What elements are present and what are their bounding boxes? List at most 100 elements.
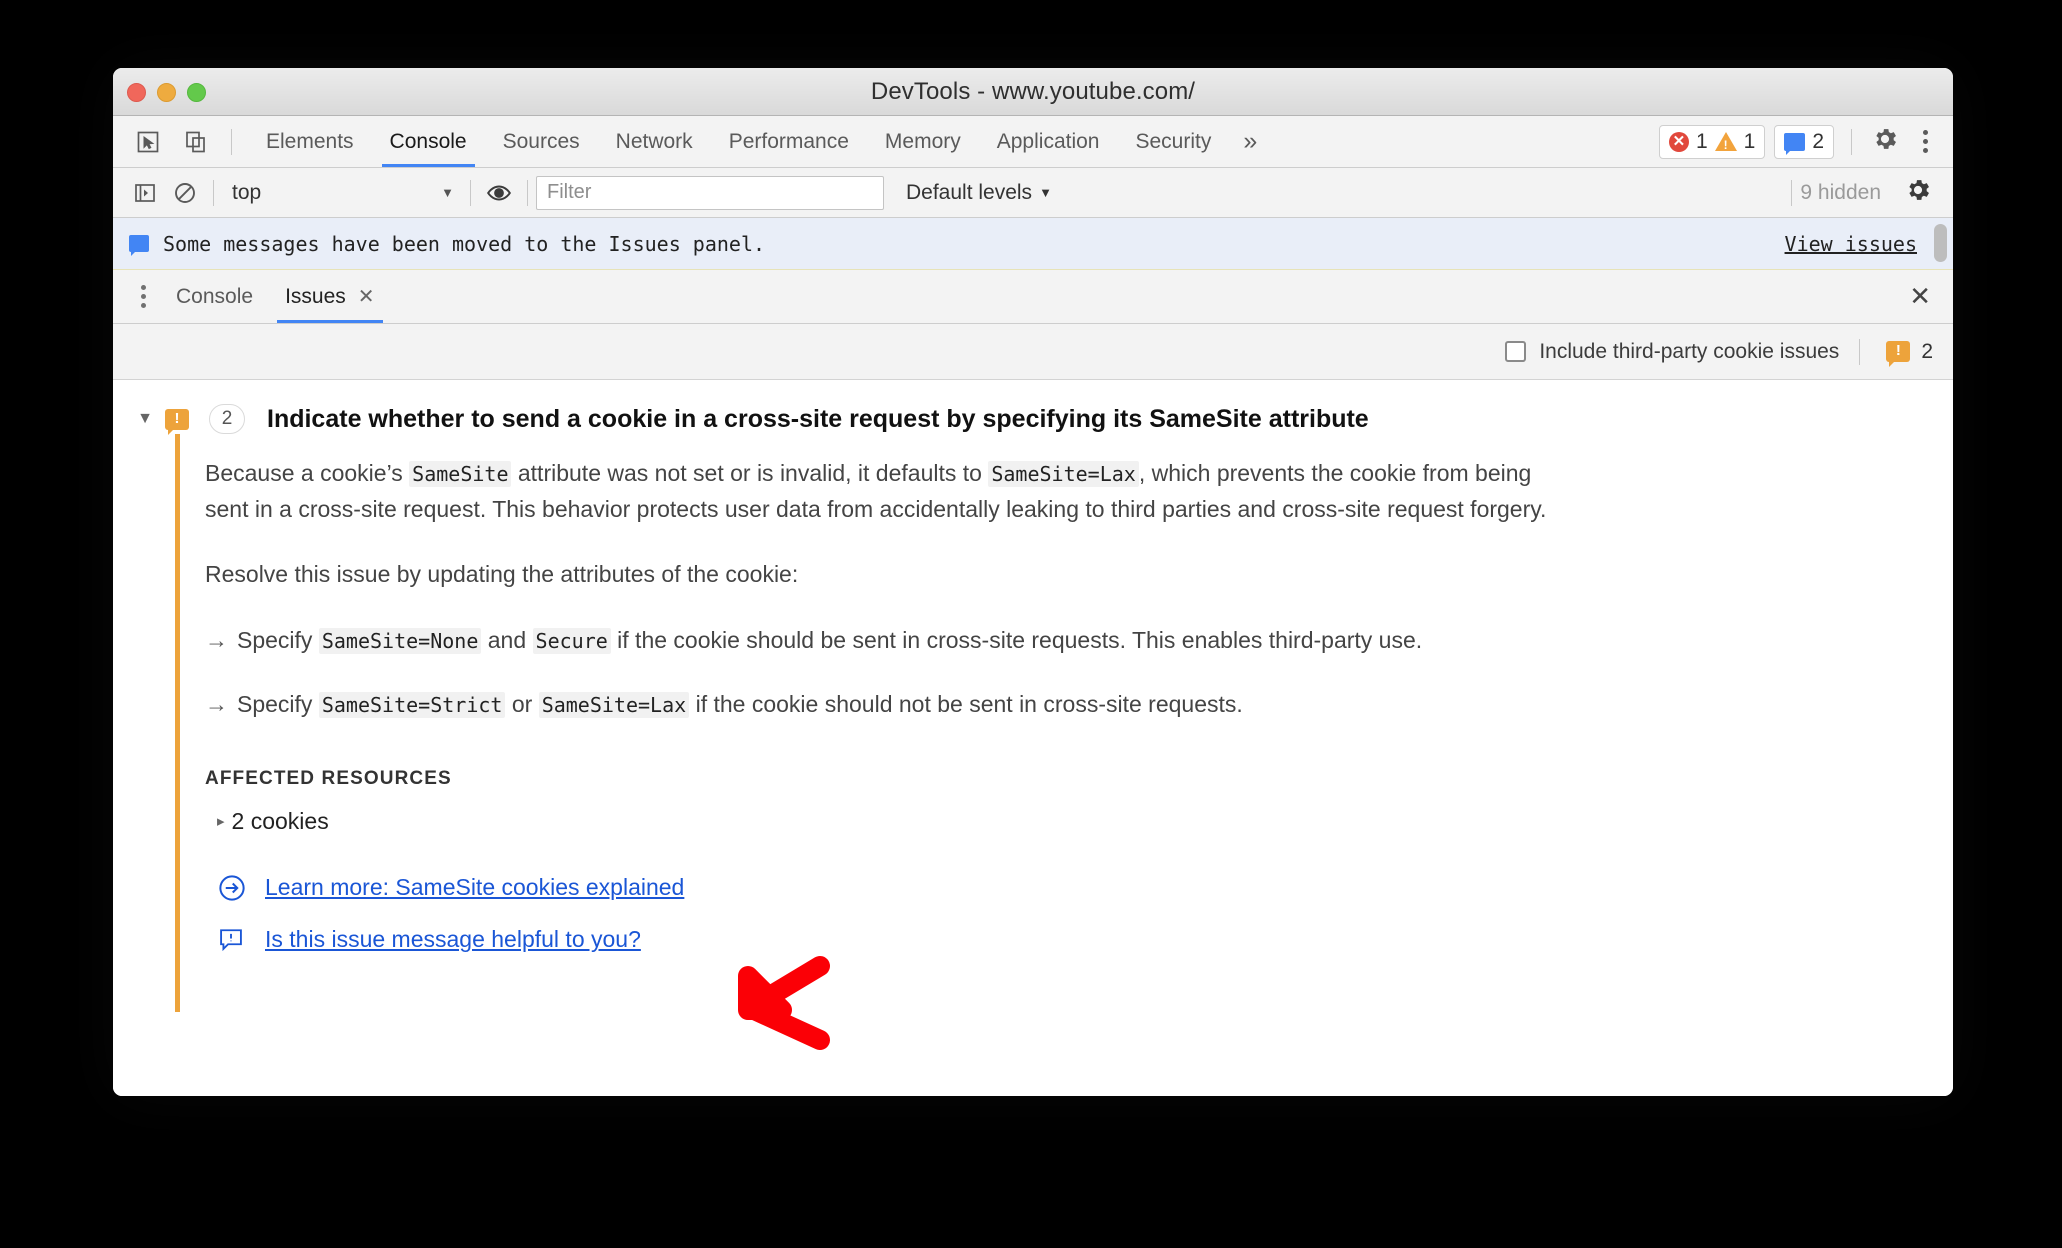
console-sidebar-icon[interactable] [125,173,165,213]
drawer-tab-console[interactable]: Console [160,270,269,323]
b2-text-b: or [505,691,539,718]
devtools-window: DevTools - www.youtube.com/ Elements Con… [113,68,1953,1096]
b2-text-a: Specify [237,691,319,718]
tab-security[interactable]: Security [1117,116,1229,167]
minimize-window-button[interactable] [157,82,176,102]
learn-more-row[interactable]: Learn more: SameSite cookies explained [205,873,1953,903]
affected-resources-label: 2 cookies [231,807,329,834]
tab-application[interactable]: Application [979,116,1118,167]
gear-icon[interactable] [1860,125,1910,158]
device-toolbar-icon[interactable] [175,121,217,163]
tab-performance[interactable]: Performance [711,116,867,167]
drawer-tab-console-label: Console [176,284,254,308]
b1-text-b: and [481,626,533,653]
more-tabs-chevron-icon[interactable]: » [1229,116,1271,167]
tab-network-label: Network [615,129,693,153]
tab-sources-label: Sources [502,129,580,153]
console-scrollbar-thumb[interactable] [1934,224,1947,262]
devtools-tool-icons [113,116,248,167]
search-input[interactable] [536,175,884,210]
p1-code-2: SameSite=Lax [988,461,1139,487]
drawer-kebab-icon[interactable] [127,270,160,323]
arrow-right-icon: → [205,626,228,653]
issues-count-badge: 2 [1880,340,1933,367]
p1-code-1: SameSite [409,461,512,487]
b1-code-1: SameSite=None [318,627,482,654]
clear-console-icon[interactable] [165,173,205,213]
drawer-tab-issues[interactable]: Issues ✕ [269,270,390,323]
tab-console[interactable]: Console [372,116,485,167]
issue-bullet-1-content: Specify SameSite=None and Secure if the … [237,623,1422,658]
b1-code-2: Secure [532,627,611,654]
console-divider-2 [470,179,471,206]
issue-paragraph-1: Because a cookie’s SameSite attribute wa… [205,456,1560,527]
console-settings-gear-icon[interactable] [1893,176,1943,209]
issue-bullet-2-content: Specify SameSite=Strict or SameSite=Lax … [237,687,1243,722]
b2-code-1: SameSite=Strict [318,692,506,719]
affected-resources-title: AFFECTED RESOURCES [205,767,452,789]
feedback-row[interactable]: Is this issue message helpful to you? [205,925,1953,955]
chevron-down-icon[interactable]: ▼ [131,410,159,428]
error-icon: ✕ [1668,131,1689,152]
checkbox-box[interactable] [1505,341,1527,362]
warning-icon [1714,132,1737,152]
execution-context-value: top [232,180,262,204]
close-icon[interactable]: ✕ [358,284,375,309]
warning-issue-icon [165,408,189,435]
log-levels-select[interactable]: Default levels ▼ [906,181,1052,205]
panel-tabs: Elements Console Sources Network Perform… [248,116,1271,167]
error-warning-counter[interactable]: ✕ 1 1 [1658,124,1766,159]
p1-text-b: attribute was not set or is invalid, it … [511,460,989,486]
issue-paragraph-2: Resolve this issue by updating the attri… [205,561,799,588]
drawer-tab-issues-label: Issues [285,284,346,308]
tab-sources[interactable]: Sources [485,116,598,167]
console-divider-4 [1791,179,1793,206]
info-message-icon [1784,132,1806,155]
chevron-right-icon[interactable]: ▸ [217,812,225,830]
drawer-tabstrip: Console Issues ✕ ✕ [113,270,1953,324]
error-count: 1 [1695,129,1708,153]
include-third-party-cookie-issues-checkbox[interactable]: Include third-party cookie issues [1505,340,1839,364]
live-expressions-eye-icon[interactable] [479,173,519,213]
console-message-text: Some messages have been moved to the Iss… [163,231,766,256]
warning-count: 1 [1743,129,1756,153]
maximize-window-button[interactable] [187,82,206,102]
window-title: DevTools - www.youtube.com/ [870,77,1196,105]
issues-filter-divider [1859,338,1861,365]
devtools-tabstrip: Elements Console Sources Network Perform… [113,116,1953,168]
close-drawer-button[interactable]: ✕ [1887,270,1953,323]
console-divider-3 [527,179,528,206]
tab-security-label: Security [1135,129,1212,153]
include-third-party-cookie-issues-label: Include third-party cookie issues [1539,339,1840,363]
feedback-link[interactable]: Is this issue message helpful to you? [265,926,641,953]
feedback-message-icon [217,925,247,955]
learn-more-link[interactable]: Learn more: SameSite cookies explained [265,874,684,901]
p1-text-a: Because a cookie’s [205,460,410,486]
view-issues-link[interactable]: View issues [1785,232,1917,256]
tab-memory[interactable]: Memory [867,116,979,167]
issues-panel-body: ▼ 2 Indicate whether to send a cookie in… [113,380,1953,1096]
kebab-menu-icon[interactable] [1910,130,1941,153]
issue-bullet-2: → Specify SameSite=Strict or SameSite=La… [205,687,1953,722]
info-counter[interactable]: 2 [1774,124,1834,159]
console-info-message-row: Some messages have been moved to the Iss… [113,218,1953,270]
b1-text-c: if the cookie should be sent in cross-si… [610,626,1423,653]
tab-memory-label: Memory [884,129,961,153]
issue-detail: Because a cookie’s SameSite attribute wa… [175,434,1953,1012]
window-traffic-lights [127,68,206,116]
arrow-in-circle-icon [217,873,247,903]
info-message-icon [129,235,149,256]
hidden-messages-count: 9 hidden [1800,180,1881,204]
tab-elements[interactable]: Elements [248,116,372,167]
issue-bullet-1: → Specify SameSite=None and Secure if th… [205,623,1953,658]
screenshot-root: DevTools - www.youtube.com/ Elements Con… [0,0,2062,1248]
b2-code-2: SameSite=Lax [538,692,690,719]
execution-context-select[interactable]: top ▼ [222,175,462,211]
tab-network[interactable]: Network [598,116,711,167]
issue-header-row[interactable]: ▼ 2 Indicate whether to send a cookie in… [113,380,1953,435]
close-window-button[interactable] [127,82,146,102]
tab-application-label: Application [996,129,1100,153]
inspect-element-icon[interactable] [127,121,169,163]
issue-accent-rail [175,434,180,1012]
affected-resources-row[interactable]: ▸ 2 cookies [205,808,1953,835]
